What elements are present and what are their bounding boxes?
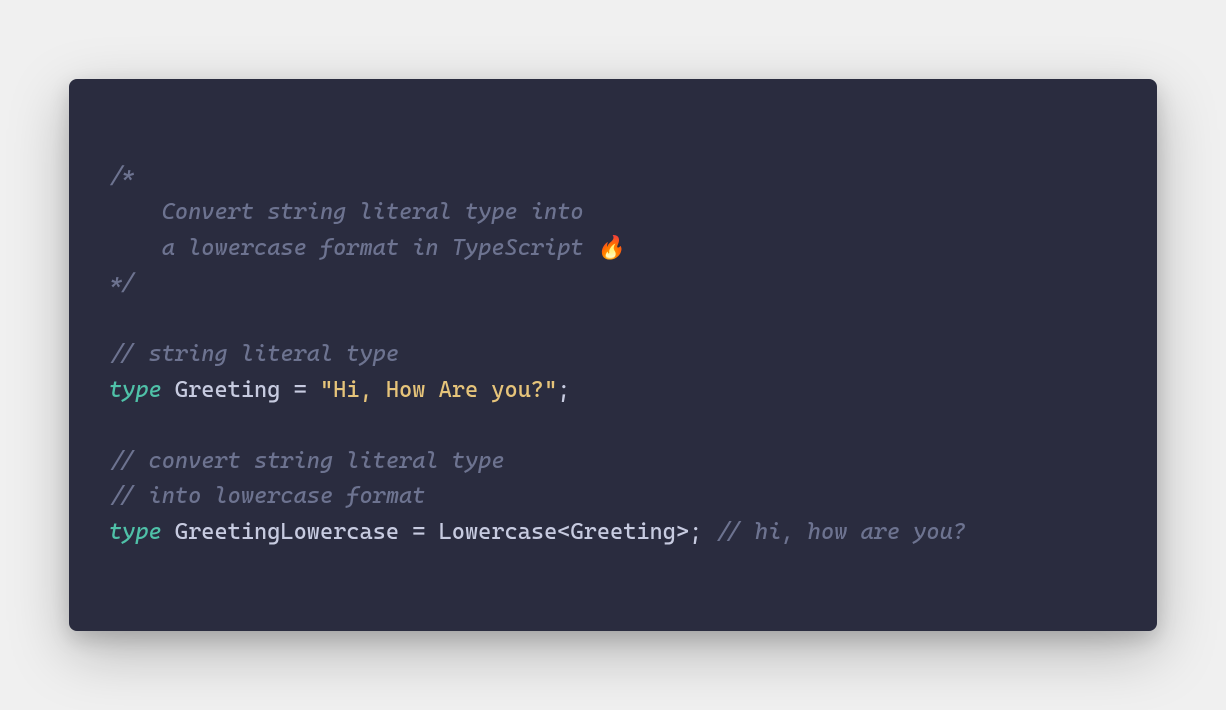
block-comment-close: */ bbox=[109, 270, 135, 296]
keyword-type: type bbox=[109, 377, 162, 403]
type-name: GreetingLowercase bbox=[175, 519, 399, 545]
keyword-type: type bbox=[109, 519, 162, 545]
code-content: /* Convert string literal type into a lo… bbox=[109, 159, 1117, 550]
type-name: Greeting bbox=[175, 377, 280, 403]
generic-argument: Greeting bbox=[570, 519, 675, 545]
equals-operator: = bbox=[412, 519, 425, 545]
block-comment-open: /* bbox=[109, 163, 135, 189]
semicolon: ; bbox=[557, 377, 570, 403]
line-comment: // into lowercase format bbox=[109, 483, 425, 509]
angle-close: > bbox=[676, 519, 689, 545]
code-block: /* Convert string literal type into a lo… bbox=[69, 79, 1157, 630]
utility-type: Lowercase bbox=[439, 519, 558, 545]
trailing-comment: // hi, how are you? bbox=[715, 519, 966, 545]
block-comment-line: a lowercase format in TypeScript 🔥 bbox=[109, 235, 625, 261]
line-comment: // convert string literal type bbox=[109, 448, 505, 474]
line-comment: // string literal type bbox=[109, 341, 399, 367]
block-comment-line: Convert string literal type into bbox=[109, 199, 584, 225]
equals-operator: = bbox=[294, 377, 307, 403]
string-literal: "Hi, How Are you?" bbox=[320, 377, 557, 403]
angle-open: < bbox=[557, 519, 570, 545]
semicolon: ; bbox=[689, 519, 702, 545]
